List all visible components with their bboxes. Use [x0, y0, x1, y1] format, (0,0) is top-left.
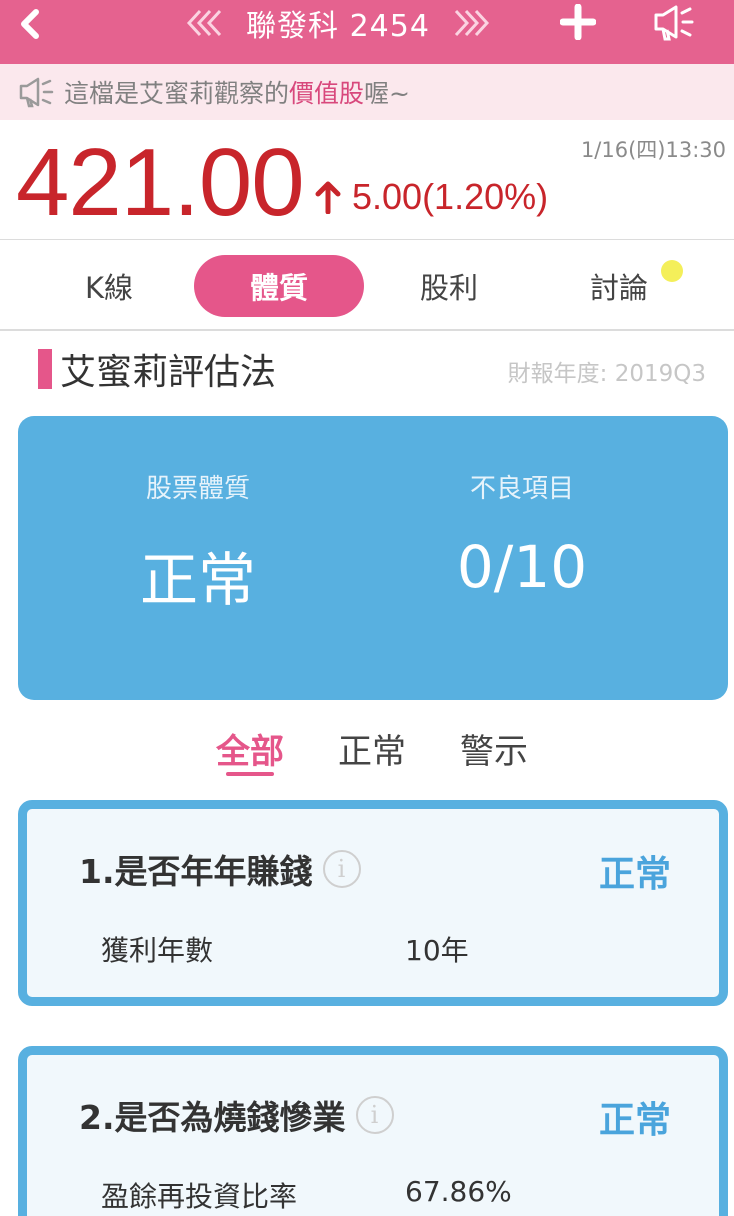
- bad-items-label: 不良項目: [469, 474, 574, 504]
- bad-items-summary: 不良項目 0/10: [372, 468, 672, 601]
- section-accent: [38, 349, 52, 389]
- megaphone-icon: [654, 5, 694, 41]
- filter-active-indicator: [226, 772, 274, 776]
- add-watchlist-button[interactable]: [556, 0, 600, 44]
- tab-fundamentals[interactable]: 體質: [194, 255, 364, 317]
- health-value: 正常: [139, 546, 256, 614]
- stock-title: 聯發科 2454: [246, 9, 430, 44]
- section-title: 艾蜜莉評估法: [60, 352, 277, 393]
- section-header: 艾蜜莉評估法: [38, 344, 276, 394]
- megaphone-icon: [19, 77, 54, 108]
- criteria-card[interactable]: 1.是否年年賺錢 i 正常 獲利年數 10年: [18, 800, 728, 1006]
- notice-prefix: 這檔是艾蜜莉觀察的: [64, 79, 290, 108]
- plus-icon: [560, 4, 596, 40]
- criteria-title-text: 2.是否為燒錢慘業: [79, 1098, 346, 1137]
- tab-discussion[interactable]: 討論: [560, 255, 678, 317]
- criteria-title: 1.是否年年賺錢 i: [79, 845, 361, 893]
- notice-highlight[interactable]: 價值股: [289, 79, 364, 108]
- filter-warning[interactable]: 警示: [460, 724, 528, 773]
- chevron-left-icon: [21, 9, 39, 39]
- criteria-metric-label: 獲利年數: [101, 934, 214, 967]
- quote-timestamp: 1/16(四)13:30: [580, 138, 726, 162]
- report-year: 財報年度: 2019Q3: [507, 361, 706, 387]
- criteria-metric-value: 67.86%: [405, 1175, 512, 1208]
- health-label: 股票體質: [145, 474, 250, 504]
- price-change-value: 5.00(1.20%): [352, 176, 549, 217]
- tab-kline[interactable]: K線: [54, 255, 164, 317]
- criteria-status: 正常: [598, 1100, 671, 1141]
- criteria-title-text: 1.是否年年賺錢: [79, 852, 313, 891]
- stock-price: 421.00: [16, 129, 305, 236]
- prev-stock-button[interactable]: [186, 8, 226, 38]
- info-icon[interactable]: i: [355, 1096, 394, 1134]
- filter-normal[interactable]: 正常: [338, 724, 406, 773]
- criteria-metric-value: 10年: [405, 934, 469, 967]
- bad-items-value: 0/10: [456, 533, 588, 601]
- summary-card: 股票體質 正常 不良項目 0/10: [18, 416, 728, 700]
- next-stock-button[interactable]: [450, 8, 490, 38]
- health-summary: 股票體質 正常: [48, 468, 348, 617]
- notice-suffix: 喔~: [364, 79, 410, 108]
- quote-panel: 421.00 5.00(1.20%) 1/16(四)13:30: [0, 120, 734, 240]
- criteria-card[interactable]: 2.是否為燒錢慘業 i 正常 盈餘再投資比率 67.86%: [18, 1046, 728, 1216]
- filter-all[interactable]: 全部: [216, 724, 284, 773]
- criteria-title: 2.是否為燒錢慘業 i: [79, 1091, 394, 1139]
- notice-text: 這檔是艾蜜莉觀察的價值股喔~: [64, 74, 410, 110]
- stock-switcher: 聯發科 2454: [178, 0, 498, 46]
- top-bar: 聯發科 2454: [0, 0, 734, 64]
- info-icon[interactable]: i: [322, 850, 361, 888]
- notification-dot: [661, 260, 683, 282]
- tab-bar: K線 體質 股利 討論: [0, 241, 734, 331]
- tab-dividend[interactable]: 股利: [390, 255, 508, 317]
- criteria-metric-label: 盈餘再投資比率: [101, 1180, 298, 1213]
- announce-button[interactable]: [650, 0, 698, 44]
- back-button[interactable]: [10, 4, 50, 44]
- notice-bar: 這檔是艾蜜莉觀察的價值股喔~: [0, 64, 734, 120]
- criteria-status: 正常: [598, 854, 671, 895]
- arrow-up-icon: [315, 181, 341, 214]
- price-change: 5.00(1.20%): [314, 176, 548, 218]
- filter-bar: 全部 正常 警示: [0, 724, 734, 784]
